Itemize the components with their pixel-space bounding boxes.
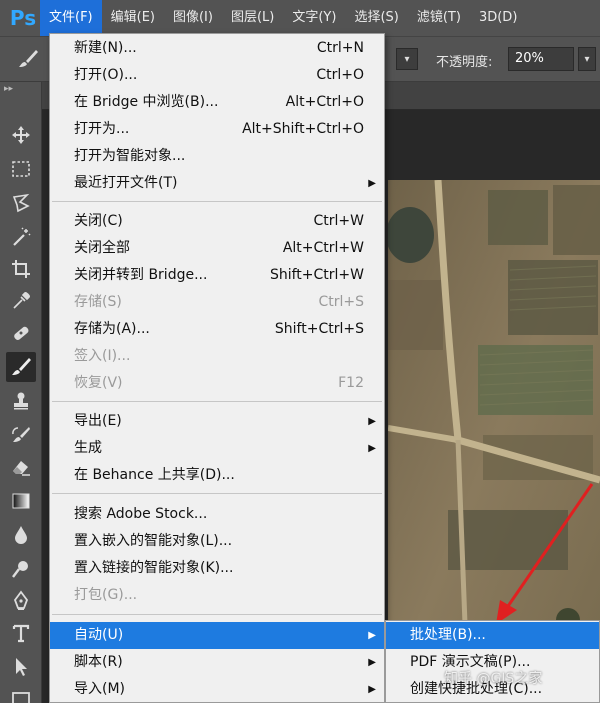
lasso-tool-icon[interactable] bbox=[6, 188, 36, 218]
menu-item-place-embedded[interactable]: 置入嵌入的智能对象(L)... bbox=[50, 528, 384, 555]
menu-edit[interactable]: 编辑(E) bbox=[102, 0, 164, 36]
menu-file[interactable]: 文件(F) bbox=[40, 0, 102, 36]
menu-item-open-smart-object[interactable]: 打开为智能对象... bbox=[50, 143, 384, 170]
rectangle-tool-icon[interactable] bbox=[6, 686, 36, 703]
menu-item-browse-bridge[interactable]: 在 Bridge 中浏览(B)... Alt+Ctrl+O bbox=[50, 89, 384, 116]
automate-submenu: 批处理(B)... PDF 演示文稿(P)... 创建快捷批处理(C)... bbox=[385, 620, 600, 703]
watermark-text: 知乎 @GIS之家 bbox=[444, 671, 543, 687]
menu-item-place-linked[interactable]: 置入链接的智能对象(K)... bbox=[50, 555, 384, 582]
submenu-arrow-icon: ▶ bbox=[368, 443, 376, 454]
opacity-input[interactable]: 20% bbox=[508, 47, 574, 71]
menu-item-save-as[interactable]: 存储为(A)... Shift+Ctrl+S bbox=[50, 316, 384, 343]
menu-separator bbox=[52, 493, 382, 494]
menu-separator bbox=[52, 614, 382, 615]
menu-item-export[interactable]: 导出(E) ▶ bbox=[50, 408, 384, 435]
eraser-tool-icon[interactable] bbox=[6, 452, 36, 482]
history-brush-icon[interactable] bbox=[6, 420, 36, 450]
menu-item-package[interactable]: 打包(G)... bbox=[50, 582, 384, 609]
tools-panel: ▸▸ bbox=[0, 82, 42, 703]
blur-tool-icon[interactable] bbox=[6, 520, 36, 550]
menu-item-revert[interactable]: 恢复(V) F12 bbox=[50, 370, 384, 397]
brush-preset-icon[interactable] bbox=[16, 47, 40, 71]
menu-item-check-in[interactable]: 签入(I)... bbox=[50, 343, 384, 370]
magic-wand-icon[interactable] bbox=[6, 222, 36, 252]
menu-layer[interactable]: 图层(L) bbox=[222, 0, 283, 36]
menu-separator bbox=[52, 201, 382, 202]
menu-image[interactable]: 图像(I) bbox=[164, 0, 222, 36]
eyedropper-icon[interactable] bbox=[6, 286, 36, 316]
menu-item-share-behance[interactable]: 在 Behance 上共享(D)... bbox=[50, 462, 384, 489]
file-menu-dropdown: 新建(N)... Ctrl+N 打开(O)... Ctrl+O 在 Bridge 中… bbox=[49, 33, 385, 703]
submenu-arrow-icon: ▶ bbox=[368, 416, 376, 427]
menu-3d[interactable]: 3D(D) bbox=[470, 0, 526, 36]
crop-tool-icon[interactable] bbox=[6, 254, 36, 284]
menu-item-search-stock[interactable]: 搜索 Adobe Stock... bbox=[50, 501, 384, 528]
submenu-arrow-icon: ▶ bbox=[368, 657, 376, 668]
submenu-arrow-icon: ▶ bbox=[368, 178, 376, 189]
submenu-arrow-icon: ▶ bbox=[368, 630, 376, 641]
menu-item-generate[interactable]: 生成 ▶ bbox=[50, 435, 384, 462]
menu-item-automate[interactable]: 自动(U) ▶ bbox=[50, 622, 384, 649]
menu-bar: Ps 文件(F) 编辑(E) 图像(I) 图层(L) 文字(Y) 选择(S) 滤… bbox=[0, 0, 600, 36]
menu-item-recent-files[interactable]: 最近打开文件(T) ▶ bbox=[50, 170, 384, 197]
menu-item-new[interactable]: 新建(N)... Ctrl+N bbox=[50, 35, 384, 62]
move-tool-icon[interactable] bbox=[6, 120, 36, 150]
menu-item-close-go-bridge[interactable]: 关闭并转到 Bridge... Shift+Ctrl+W bbox=[50, 262, 384, 289]
menu-item-import[interactable]: 导入(M) ▶ bbox=[50, 676, 384, 703]
gradient-tool-icon[interactable] bbox=[6, 486, 36, 516]
menu-separator bbox=[52, 401, 382, 402]
menu-item-open[interactable]: 打开(O)... Ctrl+O bbox=[50, 62, 384, 89]
menu-item-close[interactable]: 关闭(C) Ctrl+W bbox=[50, 208, 384, 235]
healing-brush-icon[interactable] bbox=[6, 318, 36, 348]
menu-item-close-all[interactable]: 关闭全部 Alt+Ctrl+W bbox=[50, 235, 384, 262]
type-tool-icon[interactable] bbox=[6, 618, 36, 648]
marquee-tool-icon[interactable] bbox=[6, 154, 36, 184]
panel-collapse-icon[interactable]: ▸▸ bbox=[0, 82, 41, 96]
pen-tool-icon[interactable] bbox=[6, 586, 36, 616]
menu-type[interactable]: 文字(Y) bbox=[283, 0, 345, 36]
dodge-tool-icon[interactable] bbox=[6, 554, 36, 584]
menu-filter[interactable]: 滤镜(T) bbox=[408, 0, 470, 36]
opacity-label: 不透明度: bbox=[436, 55, 493, 70]
photoshop-logo-icon: Ps bbox=[9, 6, 37, 30]
stamp-tool-icon[interactable] bbox=[6, 386, 36, 416]
menu-item-scripts[interactable]: 脚本(R) ▶ bbox=[50, 649, 384, 676]
opacity-dropdown-icon[interactable]: ▾ bbox=[578, 47, 596, 71]
mode-dropdown-arrow[interactable]: ▾ bbox=[396, 48, 418, 70]
brush-tool-icon[interactable] bbox=[6, 352, 36, 382]
menu-item-save[interactable]: 存储(S) Ctrl+S bbox=[50, 289, 384, 316]
menu-select[interactable]: 选择(S) bbox=[345, 0, 407, 36]
path-selection-icon[interactable] bbox=[6, 652, 36, 682]
submenu-arrow-icon: ▶ bbox=[368, 684, 376, 695]
submenu-item-batch[interactable]: 批处理(B)... bbox=[386, 622, 599, 649]
menu-item-open-as[interactable]: 打开为... Alt+Shift+Ctrl+O bbox=[50, 116, 384, 143]
